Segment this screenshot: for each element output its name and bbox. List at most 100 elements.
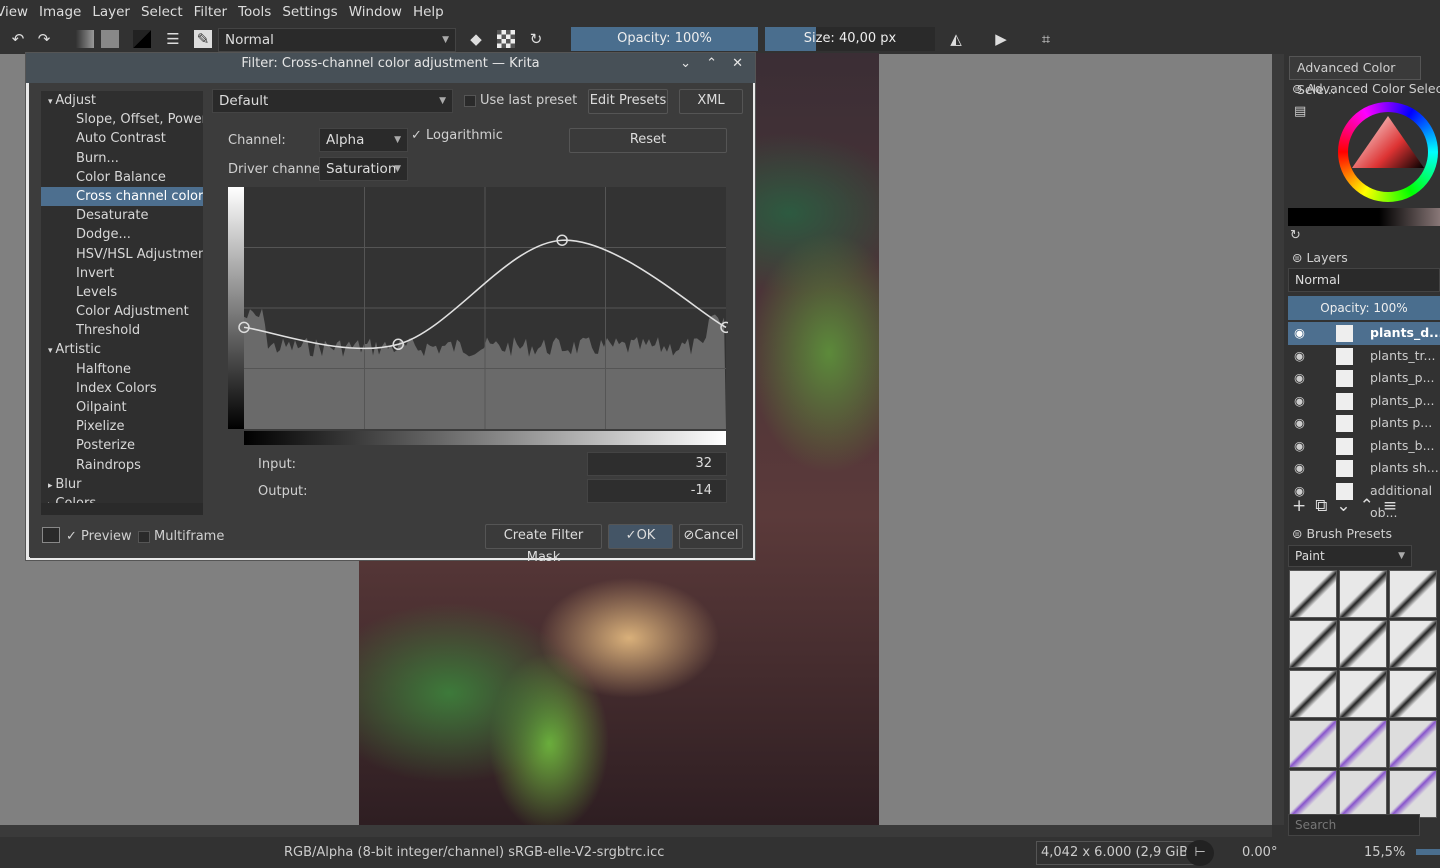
layer-item[interactable]: ◉ plants_b...	[1288, 435, 1440, 458]
maximize-icon[interactable]: ⌃	[706, 53, 717, 75]
eye-icon[interactable]: ◉	[1294, 345, 1305, 367]
pattern-icon[interactable]	[101, 30, 119, 48]
brush-preset-thumbnail[interactable]	[1389, 620, 1437, 668]
menu-window[interactable]: Window	[349, 4, 402, 20]
refresh-icon[interactable]: ↻	[1290, 228, 1301, 243]
filter-tree-item[interactable]: Dodge...	[41, 225, 203, 244]
filter-tree-item[interactable]: HSV/HSL Adjustment	[41, 245, 203, 264]
filter-tree-item[interactable]: Color Adjustment	[41, 302, 203, 321]
filter-tree-item[interactable]: Auto Contrast	[41, 129, 203, 148]
brush-preset-thumbnail[interactable]	[1389, 570, 1437, 618]
filter-tree-item[interactable]: Burn...	[41, 149, 203, 168]
brush-preset-thumbnail[interactable]	[1289, 670, 1337, 718]
eye-icon[interactable]: ◉	[1294, 367, 1305, 389]
rotation-dial-icon[interactable]: ⊢	[1186, 840, 1214, 866]
brush-preset-thumbnail[interactable]	[1339, 570, 1387, 618]
layer-item[interactable]: ◉ plants sh...	[1288, 457, 1440, 480]
close-icon[interactable]: ✕	[732, 53, 743, 75]
eye-icon[interactable]: ◉	[1294, 322, 1305, 344]
opacity-slider[interactable]: Opacity: 100%	[571, 27, 758, 51]
filter-tree-item[interactable]: Oilpaint	[41, 398, 203, 417]
cancel-button[interactable]: ⊘Cancel	[679, 524, 743, 549]
xml-button[interactable]: XML	[679, 89, 743, 114]
brush-preset-thumbnail[interactable]	[1289, 620, 1337, 668]
layer-properties-icon[interactable]: ≡	[1383, 496, 1406, 516]
channel-select[interactable]: Alpha ▼	[319, 128, 408, 152]
duplicate-layer-icon[interactable]: ⧉	[1315, 496, 1336, 516]
redo-icon[interactable]: ↷	[35, 30, 53, 48]
filter-tree-item[interactable]: Index Colors	[41, 379, 203, 398]
layer-opacity-slider[interactable]: Opacity: 100%	[1288, 296, 1440, 320]
menu-filter[interactable]: Filter	[194, 4, 227, 20]
filter-tree-item[interactable]: Levels	[41, 283, 203, 302]
filter-tree-item[interactable]: Posterize	[41, 436, 203, 455]
output-spinbox[interactable]: -14	[587, 479, 727, 503]
layer-item[interactable]: ◉ plants_p...	[1288, 390, 1440, 413]
size-slider[interactable]: Size: 40,00 px	[765, 27, 935, 51]
filter-tree-item[interactable]: ▾ Adjust	[41, 91, 203, 110]
settings-icon[interactable]: ▤	[1294, 104, 1306, 119]
zoom-slider[interactable]	[1416, 849, 1440, 855]
brush-preset-thumbnail[interactable]	[1339, 620, 1387, 668]
filter-tree-item[interactable]: Cross channel color	[41, 186, 203, 207]
layer-item[interactable]: ◉ plants p...	[1288, 412, 1440, 435]
minimize-icon[interactable]: ⌄	[680, 53, 691, 75]
brush-preset-thumbnail[interactable]	[1389, 770, 1437, 818]
brush-preset-thumbnail[interactable]	[1339, 670, 1387, 718]
undo-icon[interactable]: ↶	[9, 30, 27, 48]
curve-editor[interactable]	[228, 187, 728, 449]
image-dimensions[interactable]: 4,042 x 6.000 (2,9 GiB)	[1036, 841, 1199, 865]
ok-button[interactable]: ✓OK	[608, 524, 673, 549]
menu-settings[interactable]: Settings	[282, 4, 337, 20]
menu-layer[interactable]: Layer	[92, 4, 130, 20]
horizontal-scrollbar[interactable]	[0, 825, 1272, 837]
filter-tree-item[interactable]: Color Balance	[41, 168, 203, 187]
filter-tree[interactable]: ▾ Adjust Slope, Offset, Power Auto Contras…	[41, 91, 203, 503]
move-up-icon[interactable]: ⌃	[1360, 496, 1383, 516]
menu-select[interactable]: Select	[141, 4, 183, 20]
brush-preset-thumbnail[interactable]	[1389, 720, 1437, 768]
gradient-icon[interactable]	[76, 30, 94, 48]
preset-select[interactable]: Default ▼	[212, 89, 453, 113]
eye-icon[interactable]: ◉	[1294, 390, 1305, 412]
move-down-icon[interactable]: ⌄	[1336, 496, 1359, 516]
filter-tree-item[interactable]: Raindrops	[41, 456, 203, 475]
brush-tag-select[interactable]: Paint ▼	[1288, 545, 1412, 567]
eye-icon[interactable]: ◉	[1294, 435, 1305, 457]
split-preview-icon[interactable]	[42, 527, 60, 543]
vertical-scrollbar[interactable]	[1272, 54, 1284, 825]
layer-blend-select[interactable]: Normal	[1288, 268, 1440, 292]
layer-item[interactable]: ◉ plants_tr...	[1288, 345, 1440, 368]
filter-tree-item[interactable]: ▸ Colors	[41, 494, 203, 503]
brush-preset-thumbnail[interactable]	[1339, 720, 1387, 768]
alpha-lock-icon[interactable]	[497, 30, 515, 48]
brush-search-input[interactable]: Search	[1288, 814, 1420, 836]
menu-tools[interactable]: Tools	[238, 4, 271, 20]
crop-icon[interactable]: ⌗	[1037, 30, 1055, 48]
brush-settings-icon[interactable]: ☰	[164, 30, 182, 48]
brush-preset-thumbnail[interactable]	[1289, 570, 1337, 618]
driver-channel-select[interactable]: Saturation ▼	[319, 157, 408, 181]
create-filter-mask-button[interactable]: Create Filter Mask	[485, 524, 602, 565]
color-history-bar[interactable]	[1288, 208, 1440, 226]
menu-view[interactable]: View	[0, 4, 28, 20]
filter-tree-item[interactable]: Pixelize	[41, 417, 203, 436]
brush-preset-icon[interactable]: ✎	[194, 30, 212, 48]
menu-help[interactable]: Help	[413, 4, 444, 20]
layer-item[interactable]: ◉ plants_d...	[1288, 322, 1440, 345]
edit-presets-button[interactable]: Edit Presets	[588, 89, 668, 114]
eraser-icon[interactable]: ◆	[467, 30, 485, 48]
input-spinbox[interactable]: 32	[587, 452, 727, 476]
mirror-vertical-icon[interactable]: ▶	[992, 30, 1010, 48]
logarithmic-checkbox[interactable]: ✓ Logarithmic	[411, 128, 503, 143]
brush-preset-thumbnail[interactable]	[1389, 670, 1437, 718]
reset-button[interactable]: Reset	[569, 128, 727, 153]
brush-preset-thumbnail[interactable]	[1289, 770, 1337, 818]
color-swap-icon[interactable]	[133, 30, 151, 48]
eye-icon[interactable]: ◉	[1294, 457, 1305, 479]
reload-icon[interactable]: ↻	[527, 30, 545, 48]
filter-tree-item[interactable]: Threshold	[41, 321, 203, 340]
brush-preset-thumbnail[interactable]	[1289, 720, 1337, 768]
filter-tree-item[interactable]: Halftone	[41, 360, 203, 379]
mirror-horizontal-icon[interactable]: ◭	[947, 30, 965, 48]
